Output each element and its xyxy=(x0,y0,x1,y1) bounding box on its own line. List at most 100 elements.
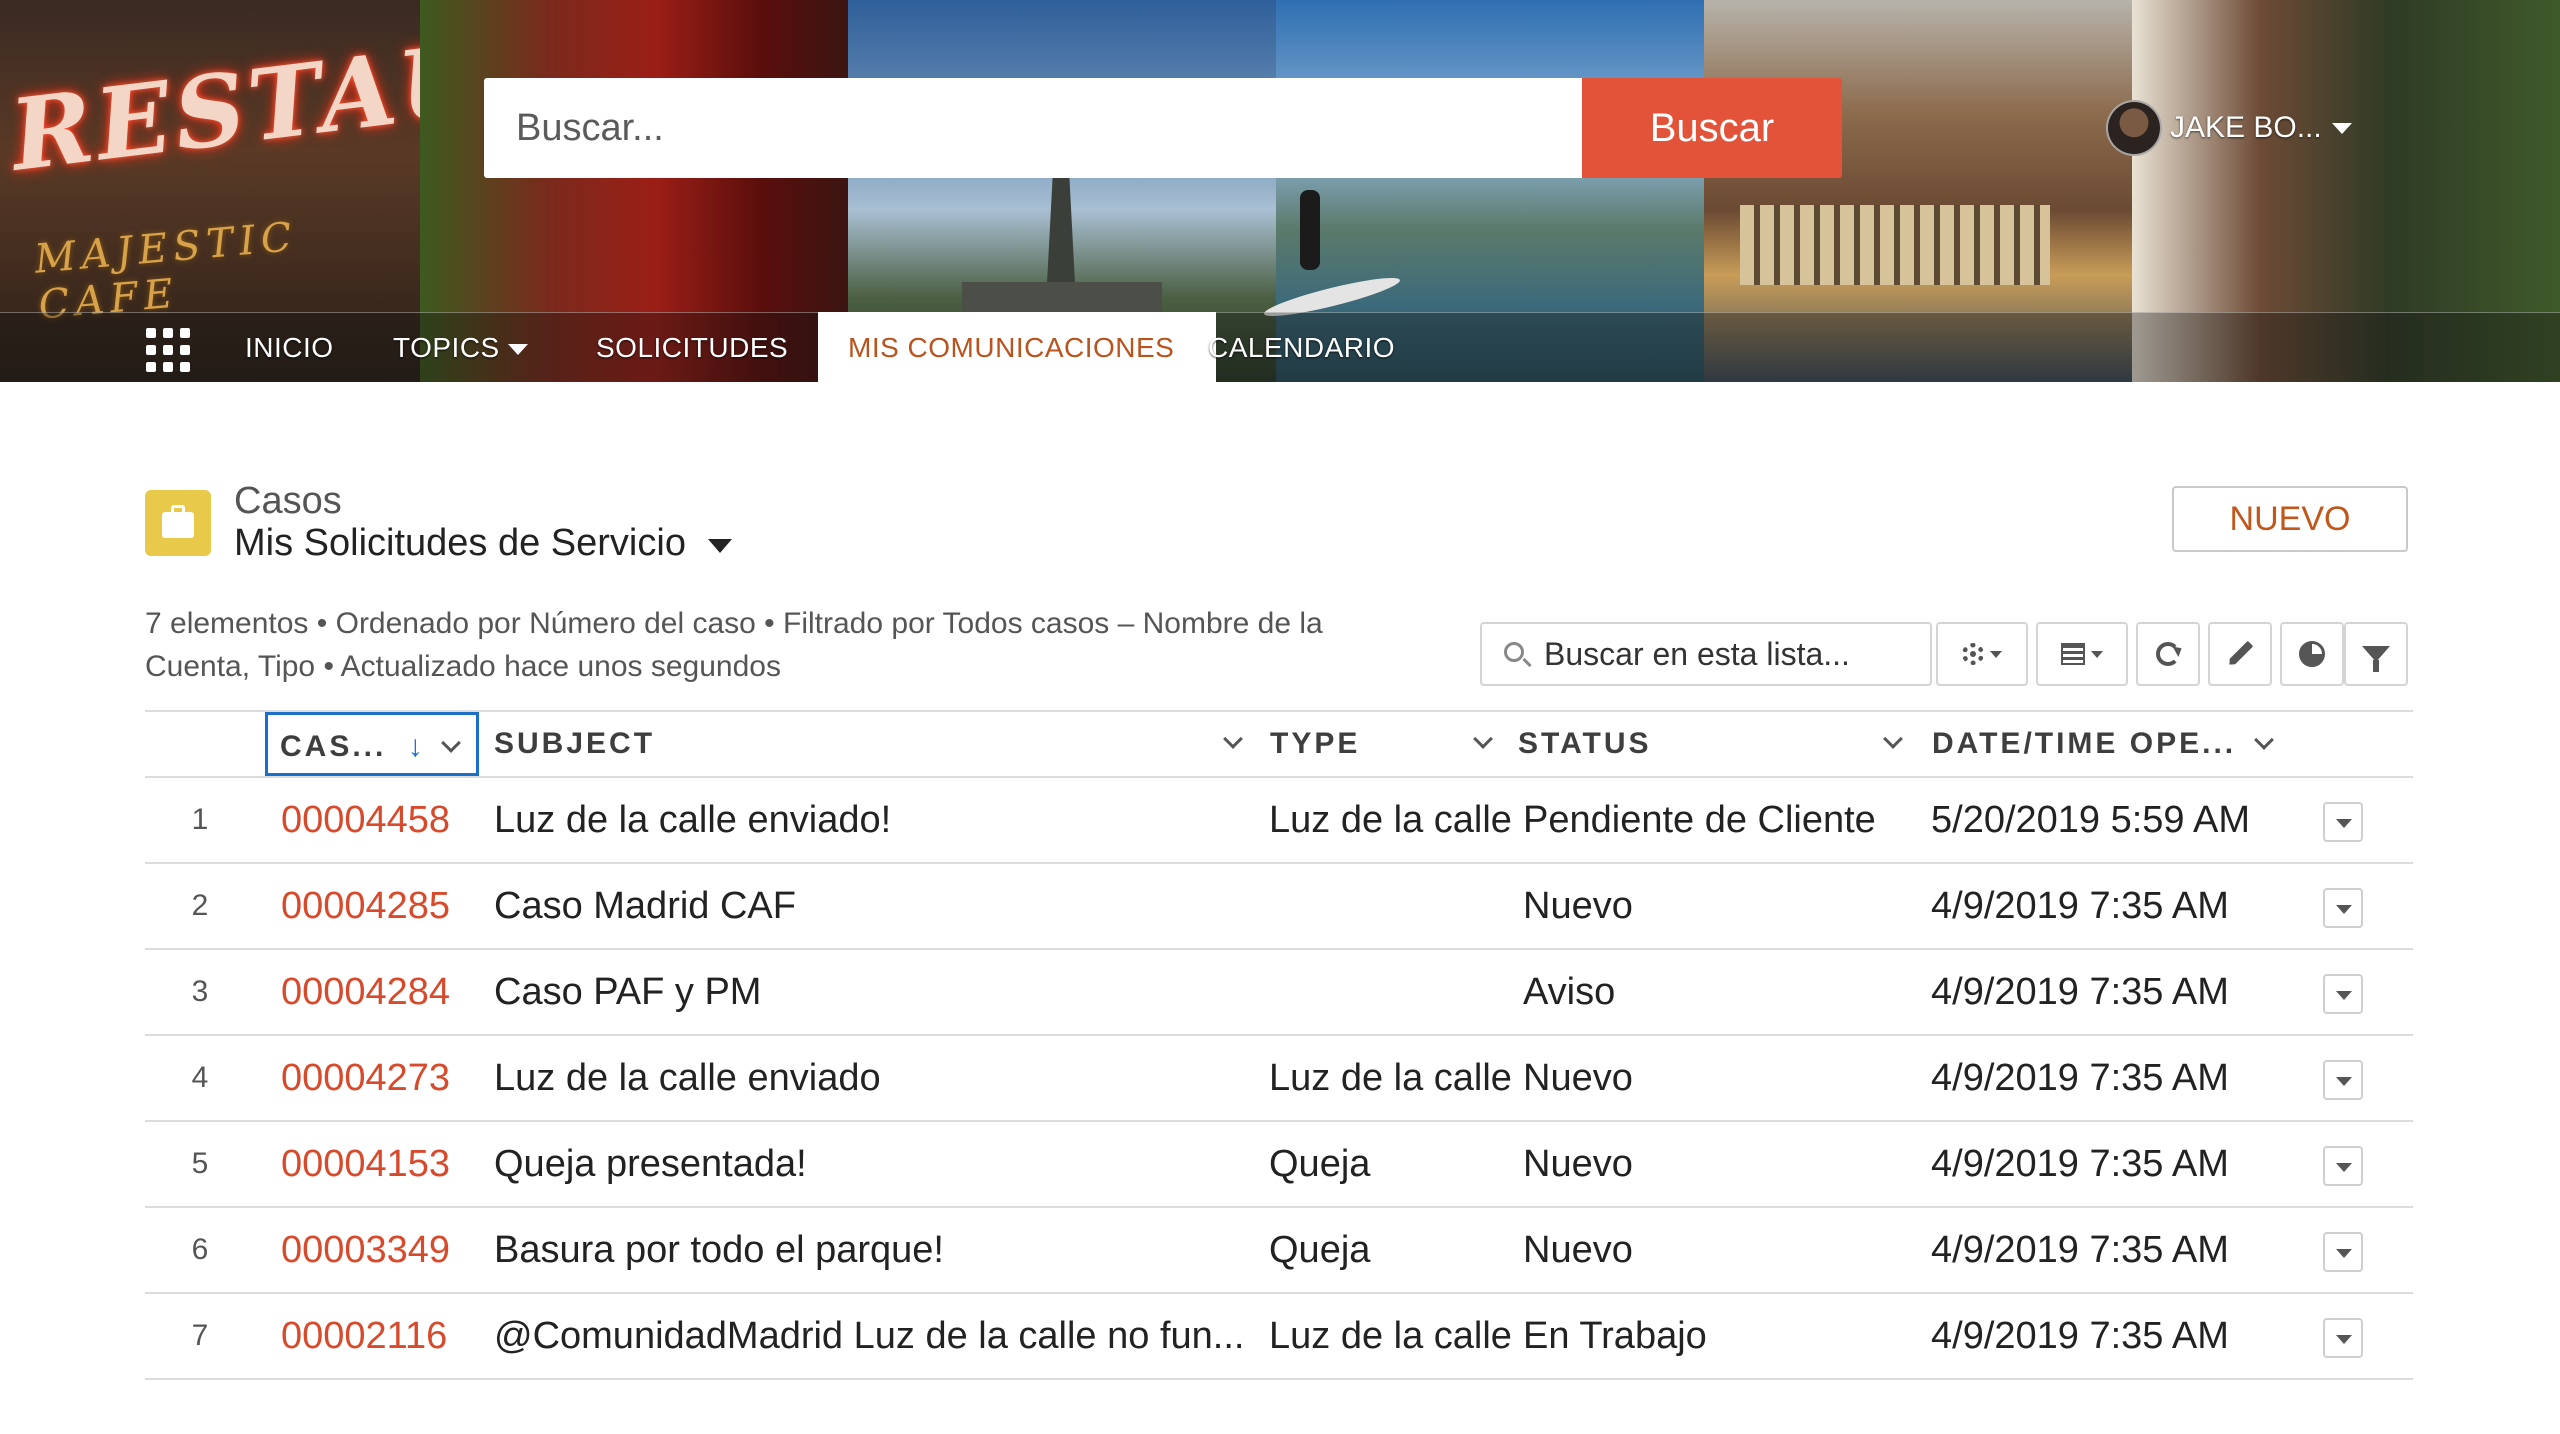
nav-item-inicio[interactable]: INICIO xyxy=(245,312,334,382)
case-number-link[interactable]: 00004458 xyxy=(281,778,450,862)
column-header-date-opened[interactable]: DATE/TIME OPE... xyxy=(1932,712,2312,776)
list-view-title: Mis Solicitudes de Servicio xyxy=(234,522,686,564)
app-launcher-icon[interactable] xyxy=(146,328,190,372)
table-row: 4 00004273 Luz de la calle enviado Luz d… xyxy=(145,1036,2413,1122)
case-date-opened: 4/9/2019 7:35 AM xyxy=(1931,1229,2229,1271)
row-number: 4 xyxy=(191,1061,209,1094)
row-number: 2 xyxy=(191,889,209,922)
caret-down-icon xyxy=(2091,650,2103,658)
table-row: 6 00003349 Basura por todo el parque! Qu… xyxy=(145,1208,2413,1294)
row-actions-button[interactable] xyxy=(2323,802,2363,842)
case-type: Luz de la calle xyxy=(1269,799,1512,841)
list-view-selector[interactable]: Mis Solicitudes de Servicio xyxy=(234,522,732,565)
case-subject: Basura por todo el parque! xyxy=(494,1229,944,1271)
table-row: 1 00004458 Luz de la calle enviado! Luz … xyxy=(145,778,2413,864)
chevron-down-icon[interactable] xyxy=(1883,729,1903,749)
caret-down-icon xyxy=(1990,650,2002,658)
case-type: Luz de la calle xyxy=(1269,1057,1512,1099)
case-type: Queja xyxy=(1269,1229,1371,1271)
case-subject: Luz de la calle enviado xyxy=(494,1057,881,1099)
column-header-date-label: DATE/TIME OPE... xyxy=(1932,727,2237,760)
case-date-opened: 4/9/2019 7:35 AM xyxy=(1931,1143,2229,1185)
list-search-input[interactable]: Buscar en esta lista... xyxy=(1480,622,1932,686)
row-actions-button[interactable] xyxy=(2323,1232,2363,1272)
case-type: Luz de la calle xyxy=(1269,1315,1512,1357)
refresh-button[interactable] xyxy=(2136,622,2200,686)
chevron-down-icon[interactable] xyxy=(441,733,461,753)
row-number: 5 xyxy=(191,1147,209,1180)
column-header-status[interactable]: STATUS xyxy=(1518,712,1903,776)
row-actions-button[interactable] xyxy=(2323,1318,2363,1358)
building-shape xyxy=(1740,205,2050,285)
table-row: 5 00004153 Queja presentada! Queja Nuevo… xyxy=(145,1122,2413,1208)
list-settings-button[interactable] xyxy=(1936,622,2028,686)
column-header-type[interactable]: TYPE xyxy=(1270,712,1493,776)
case-date-opened: 4/9/2019 7:35 AM xyxy=(1931,1315,2229,1357)
chart-icon xyxy=(2299,641,2325,667)
table-icon xyxy=(2061,643,2085,665)
table-row: 7 00002116 @ComunidadMadrid Luz de la ca… xyxy=(145,1294,2413,1380)
pencil-icon xyxy=(2227,641,2254,668)
row-actions-button[interactable] xyxy=(2323,1146,2363,1186)
edit-list-button[interactable] xyxy=(2208,622,2272,686)
global-search-input[interactable]: Buscar... xyxy=(484,78,1582,178)
object-label: Casos xyxy=(234,480,342,522)
row-number: 1 xyxy=(191,803,209,836)
paddler-shape xyxy=(1300,190,1320,270)
case-number-link[interactable]: 00004284 xyxy=(281,950,450,1034)
list-search-placeholder: Buscar en esta lista... xyxy=(1544,636,1850,672)
user-menu[interactable]: JAKE BO... xyxy=(2106,100,2352,156)
column-header-subject[interactable]: SUBJECT xyxy=(494,712,1244,776)
briefcase-icon xyxy=(145,490,211,556)
row-number: 3 xyxy=(191,975,209,1008)
display-as-button[interactable] xyxy=(2036,622,2128,686)
nav-item-calendario[interactable]: CALENDARIO xyxy=(1208,312,1395,382)
case-number-link[interactable]: 00004153 xyxy=(281,1122,450,1206)
case-number-link[interactable]: 00004285 xyxy=(281,864,450,948)
row-actions-button[interactable] xyxy=(2323,974,2363,1014)
table-row: 3 00004284 Caso PAF y PM Aviso 4/9/2019 … xyxy=(145,950,2413,1036)
column-header-case-number[interactable]: CAS... ↓ xyxy=(265,712,479,776)
filter-button[interactable] xyxy=(2344,622,2408,686)
row-actions-button[interactable] xyxy=(2323,888,2363,928)
caret-down-icon xyxy=(507,344,528,356)
column-header-type-label: TYPE xyxy=(1270,727,1361,760)
nav-item-mis-comunicaciones[interactable]: MIS COMUNICACIONES xyxy=(818,312,1217,382)
row-number: 6 xyxy=(191,1233,209,1266)
chevron-down-icon[interactable] xyxy=(1473,729,1493,749)
column-header-case-label: CAS... xyxy=(280,730,387,763)
case-status: Pendiente de Cliente xyxy=(1523,799,1876,841)
case-subject: Caso PAF y PM xyxy=(494,971,762,1013)
nav-item-topics-label: TOPICS xyxy=(393,332,500,363)
case-subject: Caso Madrid CAF xyxy=(494,885,796,927)
case-status: Nuevo xyxy=(1523,1229,1633,1271)
sort-down-icon: ↓ xyxy=(407,730,423,763)
case-subject: Luz de la calle enviado! xyxy=(494,799,892,841)
caret-down-icon xyxy=(2331,122,2352,134)
case-number-link[interactable]: 00002116 xyxy=(281,1294,447,1378)
list-meta-info: 7 elementos • Ordenado por Número del ca… xyxy=(145,607,1323,683)
nav-item-topics[interactable]: TOPICS xyxy=(393,312,528,382)
nav-item-solicitudes[interactable]: SOLICITUDES xyxy=(596,312,788,382)
table-row: 2 00004285 Caso Madrid CAF Nuevo 4/9/201… xyxy=(145,864,2413,950)
refresh-icon xyxy=(2156,642,2180,666)
chevron-down-icon[interactable] xyxy=(1223,729,1243,749)
column-header-status-label: STATUS xyxy=(1518,727,1652,760)
chevron-down-icon[interactable] xyxy=(2254,730,2275,750)
new-button[interactable]: NUEVO xyxy=(2172,486,2408,552)
case-status: Aviso xyxy=(1523,971,1616,1013)
case-number-link[interactable]: 00003349 xyxy=(281,1208,450,1292)
search-icon xyxy=(1504,642,1524,662)
user-name: JAKE BO... xyxy=(2170,111,2322,144)
case-status: Nuevo xyxy=(1523,1057,1633,1099)
avatar xyxy=(2106,100,2162,156)
row-number: 7 xyxy=(191,1319,209,1352)
case-number-link[interactable]: 00004273 xyxy=(281,1036,450,1120)
case-status: En Trabajo xyxy=(1523,1315,1707,1357)
filter-icon xyxy=(2362,646,2390,672)
gear-icon xyxy=(1962,643,1984,665)
caret-down-icon xyxy=(707,538,732,553)
charts-button[interactable] xyxy=(2280,622,2344,686)
global-search-button[interactable]: Buscar xyxy=(1582,78,1842,178)
row-actions-button[interactable] xyxy=(2323,1060,2363,1100)
